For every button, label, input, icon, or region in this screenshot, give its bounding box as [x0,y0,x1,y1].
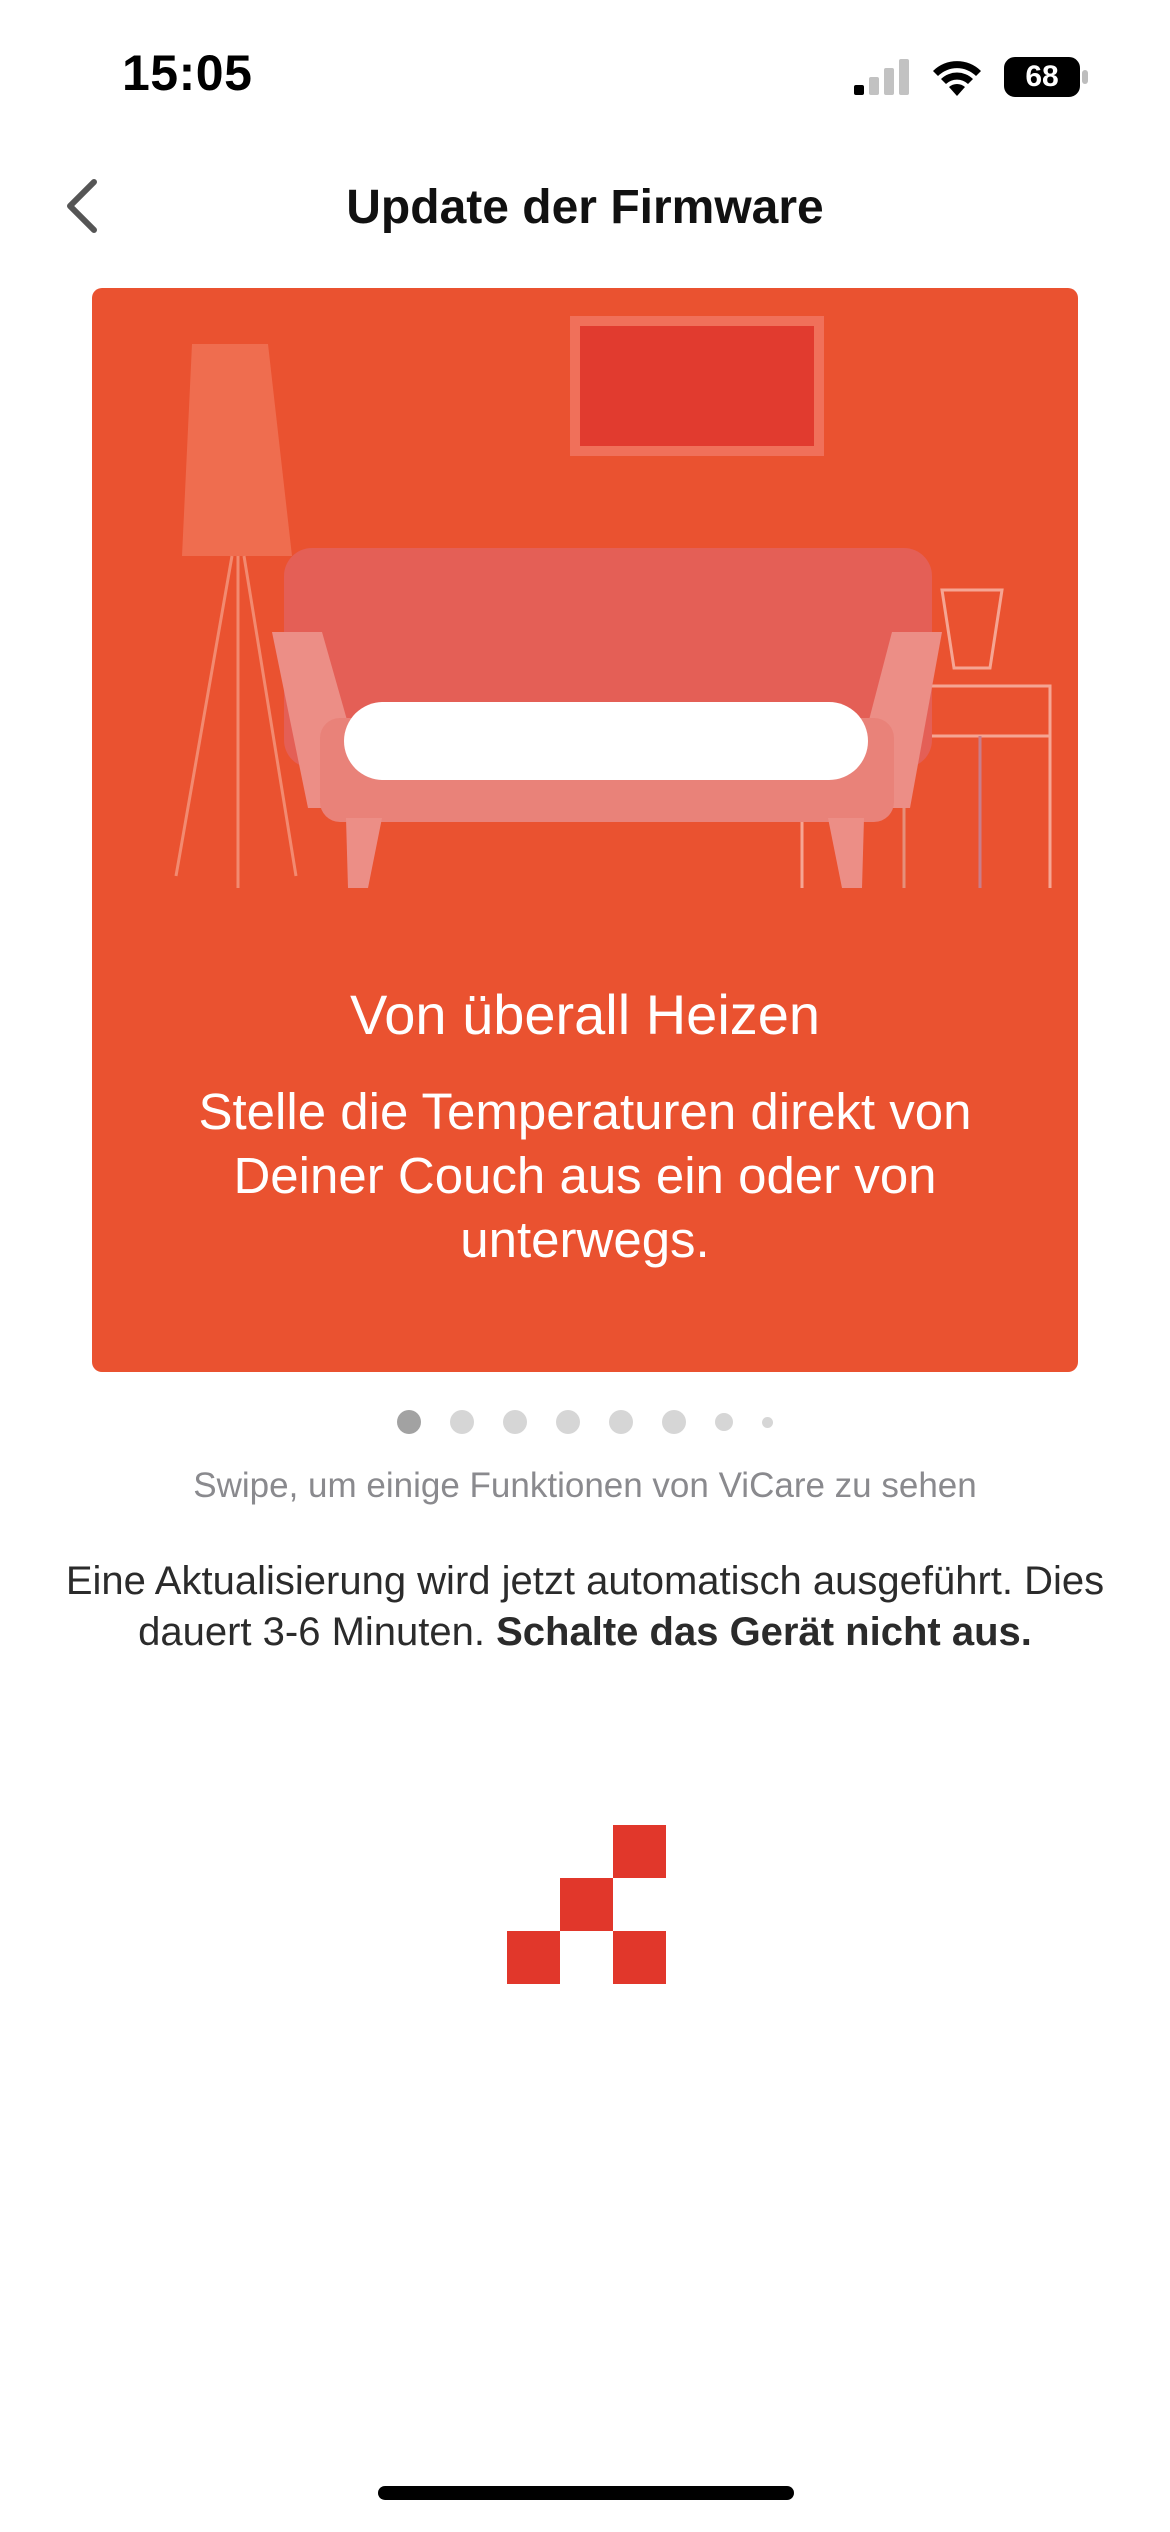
home-indicator [378,2486,794,2500]
loader-square [613,1931,666,1984]
sofa-living-room-illustration [174,316,1052,888]
wifi-icon [932,58,982,96]
loader-square [560,1878,613,1931]
slide-title: Von überall Heizen [349,983,821,1046]
loader-square [613,1825,666,1878]
feature-carousel[interactable]: Von überall Heizen Stelle die Temperatur… [92,288,1078,1372]
page-dot[interactable] [762,1416,773,1428]
page-dot[interactable] [662,1410,686,1434]
slide-text: Stelle die Temperaturen direkt von Deine… [198,1083,972,1268]
page-dots [0,1408,1170,1436]
loading-squares-icon [507,1825,667,1985]
page-dot[interactable] [450,1410,474,1434]
status-bar: 15:05 68 [0,0,1170,150]
page-title: Update der Firmware [346,181,824,234]
battery-level: 68 [1025,60,1059,93]
status-icons: 68 [854,54,1090,100]
battery-icon: 68 [1004,57,1090,97]
nav-bar: Update der Firmware [0,160,1170,250]
page-dot[interactable] [609,1410,633,1434]
page-dot[interactable] [556,1410,580,1434]
update-info-warning: Schalte das Gerät nicht aus. [496,1610,1032,1654]
status-time: 15:05 [122,45,253,101]
update-info-text: Eine Aktualisierung wird jetzt automatis… [50,1556,1120,1658]
page-dot[interactable] [397,1410,421,1434]
swipe-hint: Swipe, um einige Funktionen von ViCare z… [193,1466,977,1505]
loader-square [507,1931,560,1984]
page-dot[interactable] [503,1410,527,1434]
page-dot[interactable] [715,1413,733,1431]
signal-icon [854,59,910,95]
